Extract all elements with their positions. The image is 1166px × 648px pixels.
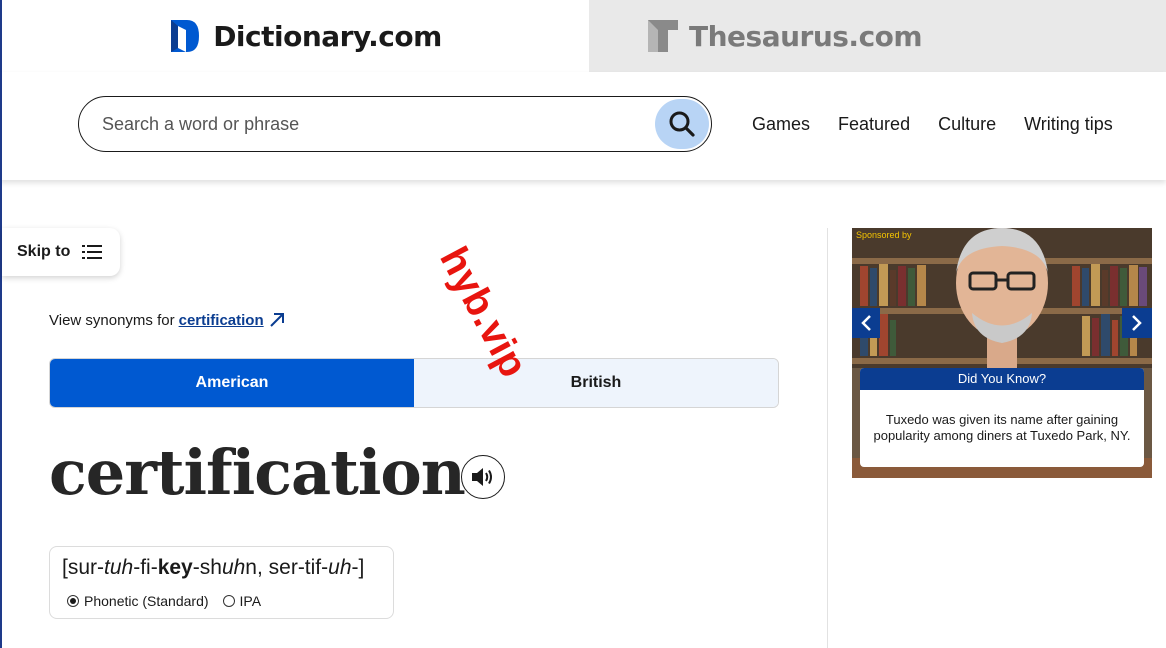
view-synonyms-prefix: View synonyms for — [49, 311, 175, 329]
pronunciation-text: [sur-tuh-fi-key-shuhn, ser-tif-uh-] — [62, 556, 365, 579]
skip-to-label: Skip to — [17, 243, 71, 260]
synonyms-link[interactable]: certification — [179, 312, 264, 329]
ad-card-title: Did You Know? — [860, 368, 1144, 390]
site-tabs: Dictionary.com Thesaurus.com — [0, 0, 1166, 72]
ad-card-text: Tuxedo was given its name after gaining … — [873, 412, 1131, 443]
header: Games Featured Culture Writing tips — [0, 72, 1166, 180]
search-icon — [669, 111, 695, 137]
tab-british[interactable]: British — [414, 359, 778, 407]
external-arrow-icon[interactable] — [268, 311, 286, 329]
dictionary-tab[interactable]: Dictionary.com — [0, 0, 589, 72]
pronunciation-options: Phonetic (Standard) IPA — [67, 593, 275, 609]
search-button[interactable] — [655, 99, 709, 149]
audio-button[interactable] — [461, 455, 505, 499]
thesaurus-logo-text: Thesaurus.com — [689, 19, 923, 53]
ad-prev-button[interactable] — [852, 308, 880, 338]
ipa-option[interactable]: IPA — [222, 593, 262, 609]
phonetic-radio[interactable] — [67, 595, 79, 607]
ad-next-button[interactable] — [1122, 308, 1152, 338]
speaker-icon — [472, 468, 492, 486]
chevron-right-icon — [1132, 315, 1142, 331]
skip-to-button[interactable]: Skip to — [2, 228, 120, 276]
ad-sponsor-label: Sponsored by — [856, 230, 912, 240]
search-bar — [78, 96, 712, 152]
nav-item-culture[interactable]: Culture — [938, 114, 996, 135]
thesaurus-logo-icon — [648, 20, 678, 52]
main-nav: Games Featured Culture Writing tips — [752, 114, 1141, 135]
nav-item-featured[interactable]: Featured — [838, 114, 910, 135]
list-icon — [82, 245, 103, 259]
nav-item-writing-tips[interactable]: Writing tips — [1024, 114, 1113, 135]
dictionary-logo-text: Dictionary.com — [213, 19, 442, 53]
view-synonyms: View synonyms for certification — [49, 311, 286, 329]
tab-american[interactable]: American — [50, 359, 414, 407]
chevron-left-icon — [861, 315, 871, 331]
ad-card: Did You Know? Tuxedo was given its name … — [860, 368, 1144, 467]
search-input[interactable] — [79, 104, 639, 144]
ipa-radio[interactable] — [222, 595, 235, 607]
phonetic-option[interactable]: Phonetic (Standard) — [67, 593, 209, 609]
nav-item-games[interactable]: Games — [752, 114, 810, 135]
thesaurus-tab[interactable]: Thesaurus.com — [589, 0, 1166, 72]
phonetic-label: Phonetic (Standard) — [84, 593, 209, 609]
dialect-toggle: American British — [49, 358, 779, 408]
ipa-label: IPA — [239, 593, 262, 609]
dictionary-logo-icon — [171, 20, 200, 52]
ad-banner[interactable]: Sponsored by Did You Know? Tuxedo was gi… — [852, 228, 1152, 478]
pronunciation-box: [sur-tuh-fi-key-shuhn, ser-tif-uh-] Phon… — [49, 546, 394, 619]
headword: certification — [49, 436, 466, 509]
column-divider — [827, 228, 828, 648]
